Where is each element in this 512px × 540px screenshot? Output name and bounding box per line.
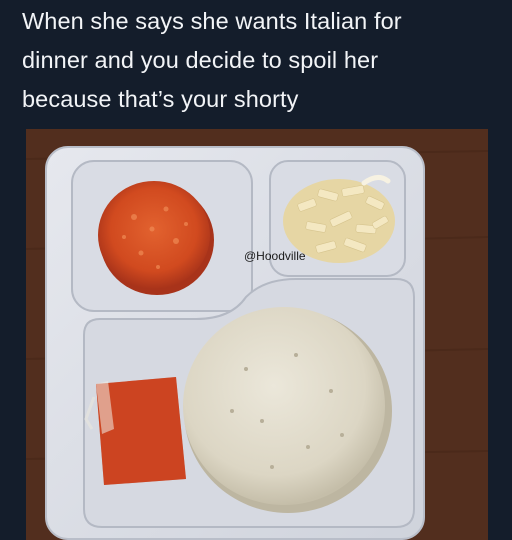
caption-line-1: When she says she wants Italian for xyxy=(22,8,402,34)
lunchable-tray-illustration xyxy=(26,129,488,540)
caption-line-2: dinner and you decide to spoil her xyxy=(22,47,379,73)
caption-line-3: because that’s your shorty xyxy=(22,86,299,112)
post-caption: When she says she wants Italian for dinn… xyxy=(22,2,502,119)
watermark-text: @Hoodville xyxy=(244,249,306,263)
meme-photo: @Hoodville xyxy=(26,129,488,540)
